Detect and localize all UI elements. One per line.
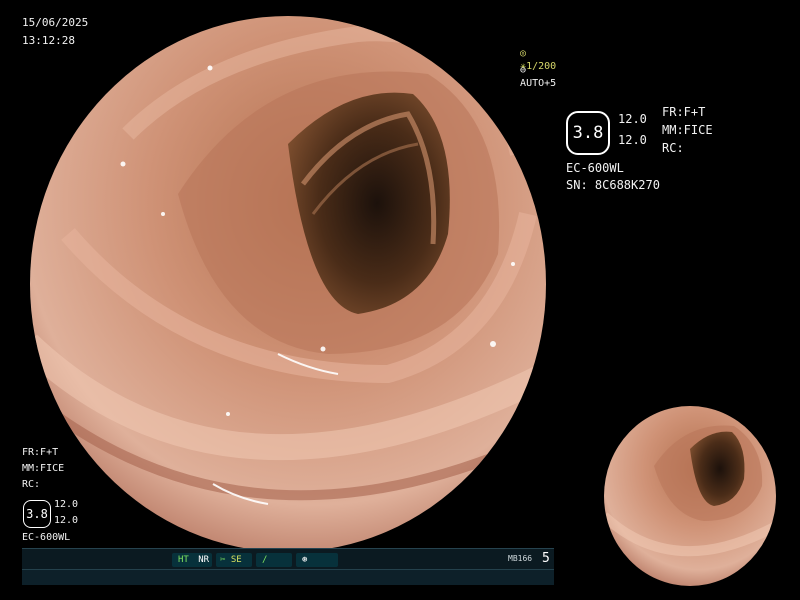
zoom-octagon-badge: 3.8 (566, 111, 610, 155)
auto-label: AUTO+5 (520, 78, 557, 89)
record-segment: ⊛ (296, 553, 338, 567)
status-bar: HT NR ✂ SE ∕ ⊛ MB166 5 (22, 548, 554, 585)
left-val-b: 12.0 (54, 515, 79, 526)
ht-nr-segment: HT NR (172, 553, 212, 567)
left-fr: FR:F+T (22, 447, 59, 458)
right-model: EC-600WL (566, 161, 624, 175)
date-label: 15/06/2025 (22, 16, 89, 29)
auto-exposure-icon: ⊖ (520, 65, 527, 76)
endoscope-pip-view (604, 406, 776, 586)
right-serial: SN: 8C688K270 (566, 178, 660, 192)
zoom-octagon-small: 3.8 (23, 500, 51, 528)
code-label: MB166 (508, 554, 533, 563)
record-icon: ⊛ (302, 555, 308, 565)
pen-icon: ∕ (262, 555, 268, 565)
ht-label: HT (178, 555, 189, 565)
time-label: 13:12:28 (22, 34, 75, 47)
count-label: 5 (542, 551, 550, 566)
right-fr: FR:F+T (662, 105, 706, 119)
left-rc: RC: (22, 479, 41, 490)
se-segment: ✂ SE (216, 553, 252, 567)
right-rc: RC: (662, 141, 684, 155)
right-mm: MM:FICE (662, 123, 713, 137)
left-mm: MM:FICE (22, 463, 65, 474)
left-val-a: 12.0 (54, 499, 79, 510)
auto-indicator: ⊖ AUTO+5 (508, 51, 556, 90)
right-val-a: 12.0 (618, 112, 647, 126)
left-model: EC-600WL (22, 532, 71, 543)
status-bar-top: HT NR ✂ SE ∕ ⊛ MB166 5 (22, 549, 554, 570)
se-label: SE (230, 555, 242, 565)
pen-segment: ∕ (256, 553, 292, 567)
right-val-b: 12.0 (618, 133, 647, 147)
nr-label: NR (198, 555, 210, 565)
endoscope-main-view (30, 16, 546, 552)
scissors-icon: ✂ (220, 555, 226, 565)
